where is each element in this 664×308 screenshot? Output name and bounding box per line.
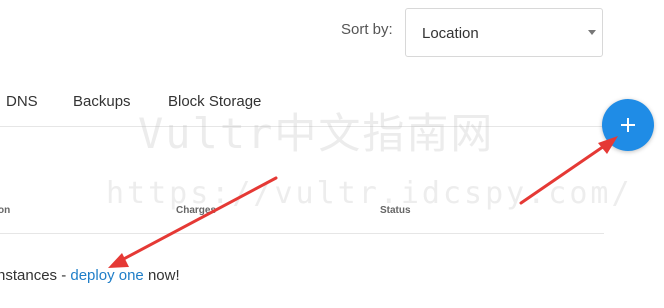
chevron-down-icon	[588, 30, 596, 35]
arrow-to-deploy-link-head	[108, 253, 129, 268]
empty-state-prefix: nstances -	[0, 267, 71, 284]
empty-state-suffix: now!	[143, 267, 180, 284]
empty-state-message: nstances - deploy one now!	[0, 267, 180, 284]
deploy-one-link[interactable]: deploy one	[70, 267, 143, 284]
tab-dns[interactable]: DNS	[6, 93, 38, 110]
table-header-divider	[0, 233, 604, 234]
sort-by-label: Sort by:	[341, 21, 393, 38]
column-header-location: on	[0, 205, 11, 216]
add-button[interactable]	[602, 99, 654, 151]
sort-select[interactable]: Location	[405, 8, 603, 57]
tab-backups[interactable]: Backups	[73, 93, 131, 110]
watermark-url: https://vultr.idcspy.com/	[106, 176, 633, 211]
sort-select-value: Location	[422, 25, 479, 42]
watermark-title: Vultr中文指南网	[138, 109, 495, 158]
